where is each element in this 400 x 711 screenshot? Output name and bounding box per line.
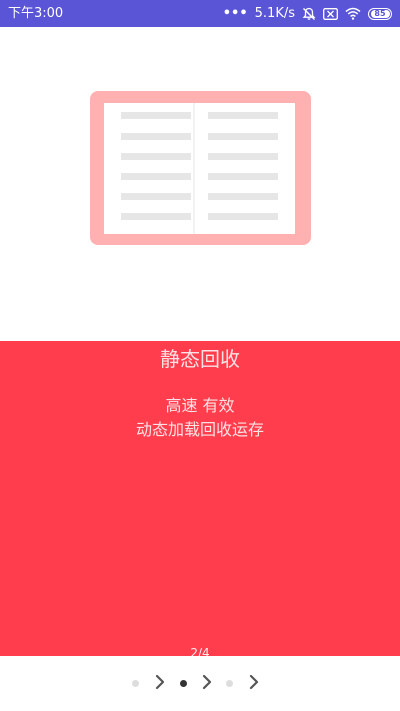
chevron-right-icon[interactable]	[201, 674, 213, 690]
page-dot-2-active[interactable]	[180, 680, 187, 687]
battery-level: 85	[370, 9, 390, 18]
page-dot-3[interactable]	[226, 680, 233, 687]
page-dot-1[interactable]	[132, 680, 139, 687]
network-speed: 5.1K/s	[254, 6, 295, 21]
pager-navigation	[0, 656, 400, 711]
app-screen: 下午3:00 ••• 5.1K/s 85 静态回收 高速 有效 动态加载回收运存…	[0, 0, 400, 711]
feature-description: 动态加载回收运存	[135, 420, 264, 439]
feature-subtitle: 高速 有效	[165, 396, 235, 415]
status-indicators: ••• 5.1K/s 85	[223, 5, 392, 22]
chevron-right-icon[interactable]	[154, 674, 166, 690]
chevron-right-icon[interactable]	[248, 674, 260, 690]
open-book-icon	[90, 91, 311, 245]
wifi-icon	[345, 7, 361, 20]
page-title: 静态回收	[160, 347, 240, 371]
guide-info-panel: 静态回收 高速 有效 动态加载回收运存	[0, 341, 400, 656]
battery-icon: 85	[368, 7, 392, 20]
sim-off-icon	[323, 7, 338, 20]
status-time: 下午3:00	[8, 6, 64, 21]
status-bar: 下午3:00 ••• 5.1K/s 85	[0, 0, 400, 27]
more-notifications-icon: •••	[222, 6, 248, 21]
guide-illustration-area	[0, 27, 400, 341]
mute-icon	[302, 7, 316, 21]
